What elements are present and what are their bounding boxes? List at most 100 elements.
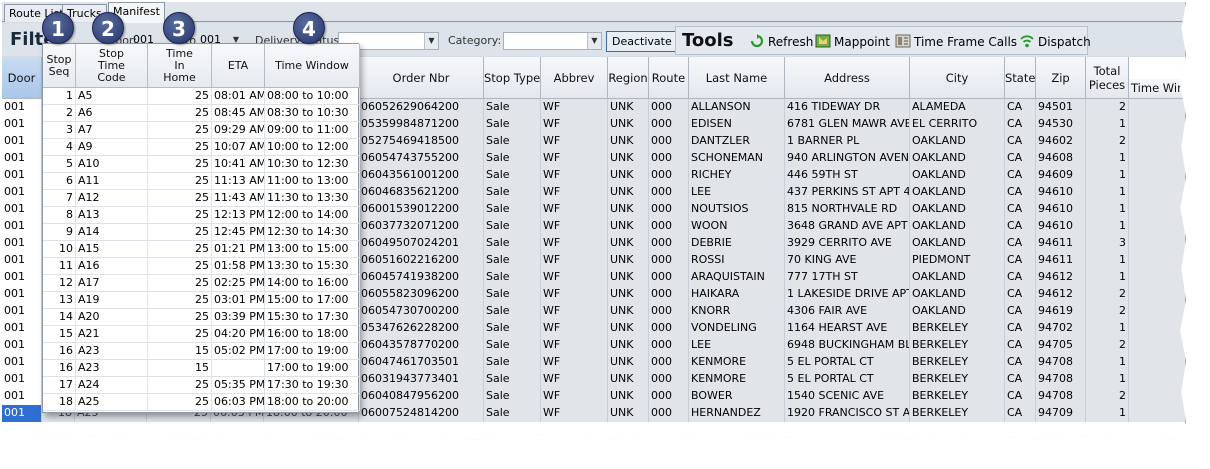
popup-cell-stop-time-code: A14	[76, 224, 148, 241]
col-header-city[interactable]: City	[910, 57, 1005, 99]
cell-order-nbr: 06031943773401	[359, 371, 484, 388]
mappoint-button[interactable]: Mappoint	[815, 34, 890, 49]
cell-door[interactable]: 001	[2, 235, 42, 252]
cell-city: BERKELEY	[910, 405, 1005, 422]
cell-region: UNK	[608, 320, 649, 337]
cell-door[interactable]: 001	[2, 354, 42, 371]
cell-door[interactable]: 001	[2, 201, 42, 218]
cell-door[interactable]: 001	[2, 116, 42, 133]
cell-route: 000	[649, 167, 689, 184]
popup-cell-stop-seq: 6	[43, 173, 76, 190]
cell-total-pieces: 1	[1086, 150, 1129, 167]
popup-cell-stop-time-code: A24	[76, 377, 148, 394]
phone-list-icon	[895, 34, 911, 48]
cell-address: 416 TIDEWAY DR	[785, 99, 910, 116]
popup-row[interactable]: 12 A17 25 02:25 PM 14:00 to 16:00	[43, 275, 360, 292]
popup-row[interactable]: 2 A6 25 08:45 AM 08:30 to 10:30	[43, 105, 360, 122]
popup-row[interactable]: 3 A7 25 09:29 AM 09:00 to 11:00	[43, 122, 360, 139]
popup-cell-stop-time-code: A6	[76, 105, 148, 122]
category-select[interactable]: ▼	[503, 32, 602, 50]
cell-door[interactable]: 001	[2, 388, 42, 405]
col-header-time-window[interactable]: Time Windo	[1129, 79, 1185, 99]
cell-abbrev: WF	[541, 371, 608, 388]
cell-door[interactable]: 001	[2, 303, 42, 320]
col-header-region[interactable]: Region	[608, 57, 649, 99]
cell-door[interactable]: 001	[2, 371, 42, 388]
col-header-last-name[interactable]: Last Name	[689, 57, 785, 99]
cell-zip: 94530	[1036, 116, 1086, 133]
popup-row[interactable]: 6 A11 25 11:13 AM 11:00 to 13:00	[43, 173, 360, 190]
cell-door[interactable]: 001	[2, 252, 42, 269]
popup-row[interactable]: 17 A24 25 05:35 PM 17:30 to 19:30	[43, 377, 360, 394]
col-header-state[interactable]: State	[1005, 57, 1036, 99]
popup-row[interactable]: 18 A25 25 06:03 PM 18:00 to 20:00	[43, 394, 360, 411]
popup-cell-stop-seq: 16	[43, 343, 76, 360]
chevron-down-icon[interactable]: ▼	[424, 33, 438, 49]
cell-stop-type: Sale	[484, 388, 541, 405]
cell-last-name: ALLANSON	[689, 99, 785, 116]
col-header-abbrev[interactable]: Abbrev	[541, 57, 608, 99]
col-header-total-pieces[interactable]: Total Pieces	[1086, 57, 1129, 99]
refresh-button[interactable]: Refresh	[749, 34, 813, 49]
popup-header-time-in-home[interactable]: Time In Home	[148, 44, 212, 88]
popup-row[interactable]: 5 A10 25 10:41 AM 10:30 to 12:30	[43, 156, 360, 173]
popup-row[interactable]: 8 A13 25 12:13 PM 12:00 to 14:00	[43, 207, 360, 224]
cell-door[interactable]: 001	[2, 184, 42, 201]
cell-door[interactable]: 001	[2, 405, 42, 422]
cell-route: 000	[649, 218, 689, 235]
cell-door[interactable]: 001	[2, 150, 42, 167]
cell-door[interactable]: 001	[2, 99, 42, 116]
col-header-address[interactable]: Address	[785, 57, 910, 99]
col-header-route[interactable]: Route	[649, 57, 689, 99]
cell-stop-type: Sale	[484, 218, 541, 235]
cell-door[interactable]: 001	[2, 167, 42, 184]
cell-zip: 94612	[1036, 269, 1086, 286]
popup-cell-stop-seq: 9	[43, 224, 76, 241]
popup-header-stop-time-code[interactable]: Stop Time Code	[76, 44, 148, 88]
popup-row[interactable]: 11 A16 25 01:58 PM 13:30 to 15:30	[43, 258, 360, 275]
cell-door[interactable]: 001	[2, 337, 42, 354]
cell-state: CA	[1005, 116, 1036, 133]
cell-total-pieces: 1	[1086, 218, 1129, 235]
popup-row[interactable]: 14 A20 25 03:39 PM 15:30 to 17:30	[43, 309, 360, 326]
time-frame-calls-button[interactable]: Time Frame Calls	[895, 34, 1017, 49]
cell-door[interactable]: 001	[2, 286, 42, 303]
popup-row[interactable]: 7 A12 25 11:43 AM 11:30 to 13:30	[43, 190, 360, 207]
popup-header-eta[interactable]: ETA	[212, 44, 265, 88]
col-header-door[interactable]: Door	[2, 57, 42, 99]
cell-region: UNK	[608, 184, 649, 201]
popup-header-time-window[interactable]: Time Window	[265, 44, 360, 88]
popup-cell-eta	[212, 360, 265, 377]
col-header-stop-type[interactable]: Stop Type	[484, 57, 541, 99]
popup-row[interactable]: 13 A19 25 03:01 PM 15:00 to 17:00	[43, 292, 360, 309]
popup-row[interactable]: 1 A5 25 08:01 AM 08:00 to 10:00	[43, 88, 360, 105]
deactivate-button[interactable]: Deactivate	[606, 31, 678, 52]
cell-time-window	[1129, 252, 1185, 269]
cell-order-nbr: 06046835621200	[359, 184, 484, 201]
chevron-down-icon[interactable]: ▼	[587, 33, 601, 49]
popup-cell-time-window: 17:00 to 19:00	[265, 360, 360, 377]
dispatch-button[interactable]: Dispatch	[1019, 34, 1091, 49]
popup-row[interactable]: 16 A23 15 17:00 to 19:00	[43, 360, 360, 377]
cell-door[interactable]: 001	[2, 320, 42, 337]
popup-cell-eta: 11:43 AM	[212, 190, 265, 207]
cell-door[interactable]: 001	[2, 269, 42, 286]
popup-row[interactable]: 10 A15 25 01:21 PM 13:00 to 15:00	[43, 241, 360, 258]
popup-cell-time-window: 17:30 to 19:30	[265, 377, 360, 394]
cell-door[interactable]: 001	[2, 133, 42, 150]
cell-state: CA	[1005, 235, 1036, 252]
cell-zip: 94608	[1036, 150, 1086, 167]
popup-row[interactable]: 4 A9 25 10:07 AM 10:00 to 12:00	[43, 139, 360, 156]
col-header-order-nbr[interactable]: Order Nbr	[359, 57, 484, 99]
cell-total-pieces: 1	[1086, 269, 1129, 286]
popup-header-stop-seq[interactable]: Stop Seq	[43, 44, 76, 88]
popup-row[interactable]: 9 A14 25 12:45 PM 12:30 to 14:30	[43, 224, 360, 241]
popup-row[interactable]: 16 A23 15 05:02 PM 17:00 to 19:00	[43, 343, 360, 360]
cell-zip: 94609	[1036, 167, 1086, 184]
cell-abbrev: WF	[541, 405, 608, 422]
popup-row[interactable]: 15 A21 25 04:20 PM 16:00 to 18:00	[43, 326, 360, 343]
cell-door[interactable]: 001	[2, 218, 42, 235]
cell-zip: 94610	[1036, 184, 1086, 201]
col-header-zip[interactable]: Zip	[1036, 57, 1086, 99]
popup-cell-eta: 12:13 PM	[212, 207, 265, 224]
